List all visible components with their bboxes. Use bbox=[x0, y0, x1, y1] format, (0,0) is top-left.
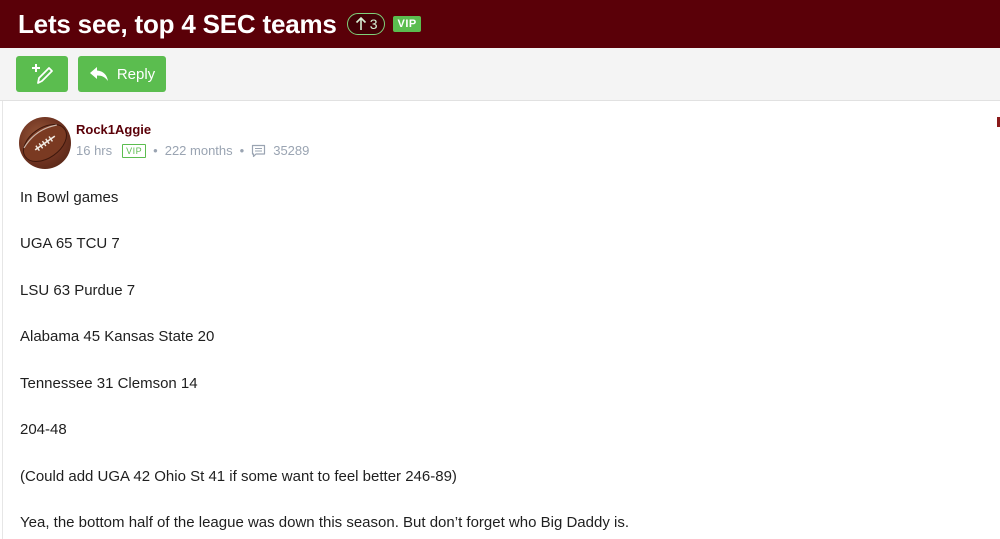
post-count: 35289 bbox=[273, 143, 310, 158]
vote-count-button[interactable]: 3 bbox=[346, 13, 386, 35]
author-username[interactable]: Rock1Aggie bbox=[76, 122, 151, 137]
post-time: 16 hrs bbox=[76, 143, 113, 158]
post-text-line: Tennessee 31 Clemson 14 bbox=[20, 375, 198, 392]
football-avatar-icon bbox=[23, 124, 67, 162]
new-post-button[interactable] bbox=[16, 56, 68, 92]
thread-header: Lets see, top 4 SEC teams 3 VIP bbox=[0, 0, 1000, 48]
member-duration: 222 months bbox=[164, 143, 233, 158]
arrow-up-icon bbox=[355, 17, 366, 30]
avatar[interactable] bbox=[19, 117, 71, 169]
post: Rock1Aggie 16 hrs VIP • 222 months • 352… bbox=[2, 101, 1000, 539]
post-text-line: LSU 63 Purdue 7 bbox=[20, 282, 136, 299]
meta-separator-dot: • bbox=[239, 143, 245, 158]
reply-label: Reply bbox=[116, 65, 156, 83]
post-text-line: 204-48 bbox=[20, 421, 67, 438]
author-vip-badge: VIP bbox=[122, 143, 147, 158]
post-text-line: Alabama 45 Kansas State 20 bbox=[20, 328, 215, 345]
reply-button[interactable]: Reply bbox=[78, 56, 166, 92]
post-text-line: Yea, the bottom half of the league was d… bbox=[20, 514, 629, 531]
pencil-plus-icon bbox=[32, 64, 53, 84]
post-text-line: (Could add UGA 42 Ohio St 41 if some wan… bbox=[20, 468, 457, 485]
post-text-line: In Bowl games bbox=[20, 189, 119, 206]
comment-icon bbox=[252, 144, 266, 157]
reply-arrow-icon bbox=[89, 67, 108, 81]
vote-count: 3 bbox=[369, 16, 378, 32]
thread-vip-badge: VIP bbox=[393, 16, 421, 32]
action-toolbar: Reply bbox=[0, 48, 1000, 127]
post-meta: 16 hrs VIP • 222 months • 35289 bbox=[76, 143, 309, 158]
post-text-line: UGA 65 TCU 7 bbox=[20, 235, 120, 252]
meta-separator-dot: • bbox=[153, 143, 158, 158]
thread-title: Lets see, top 4 SEC teams bbox=[18, 8, 337, 39]
